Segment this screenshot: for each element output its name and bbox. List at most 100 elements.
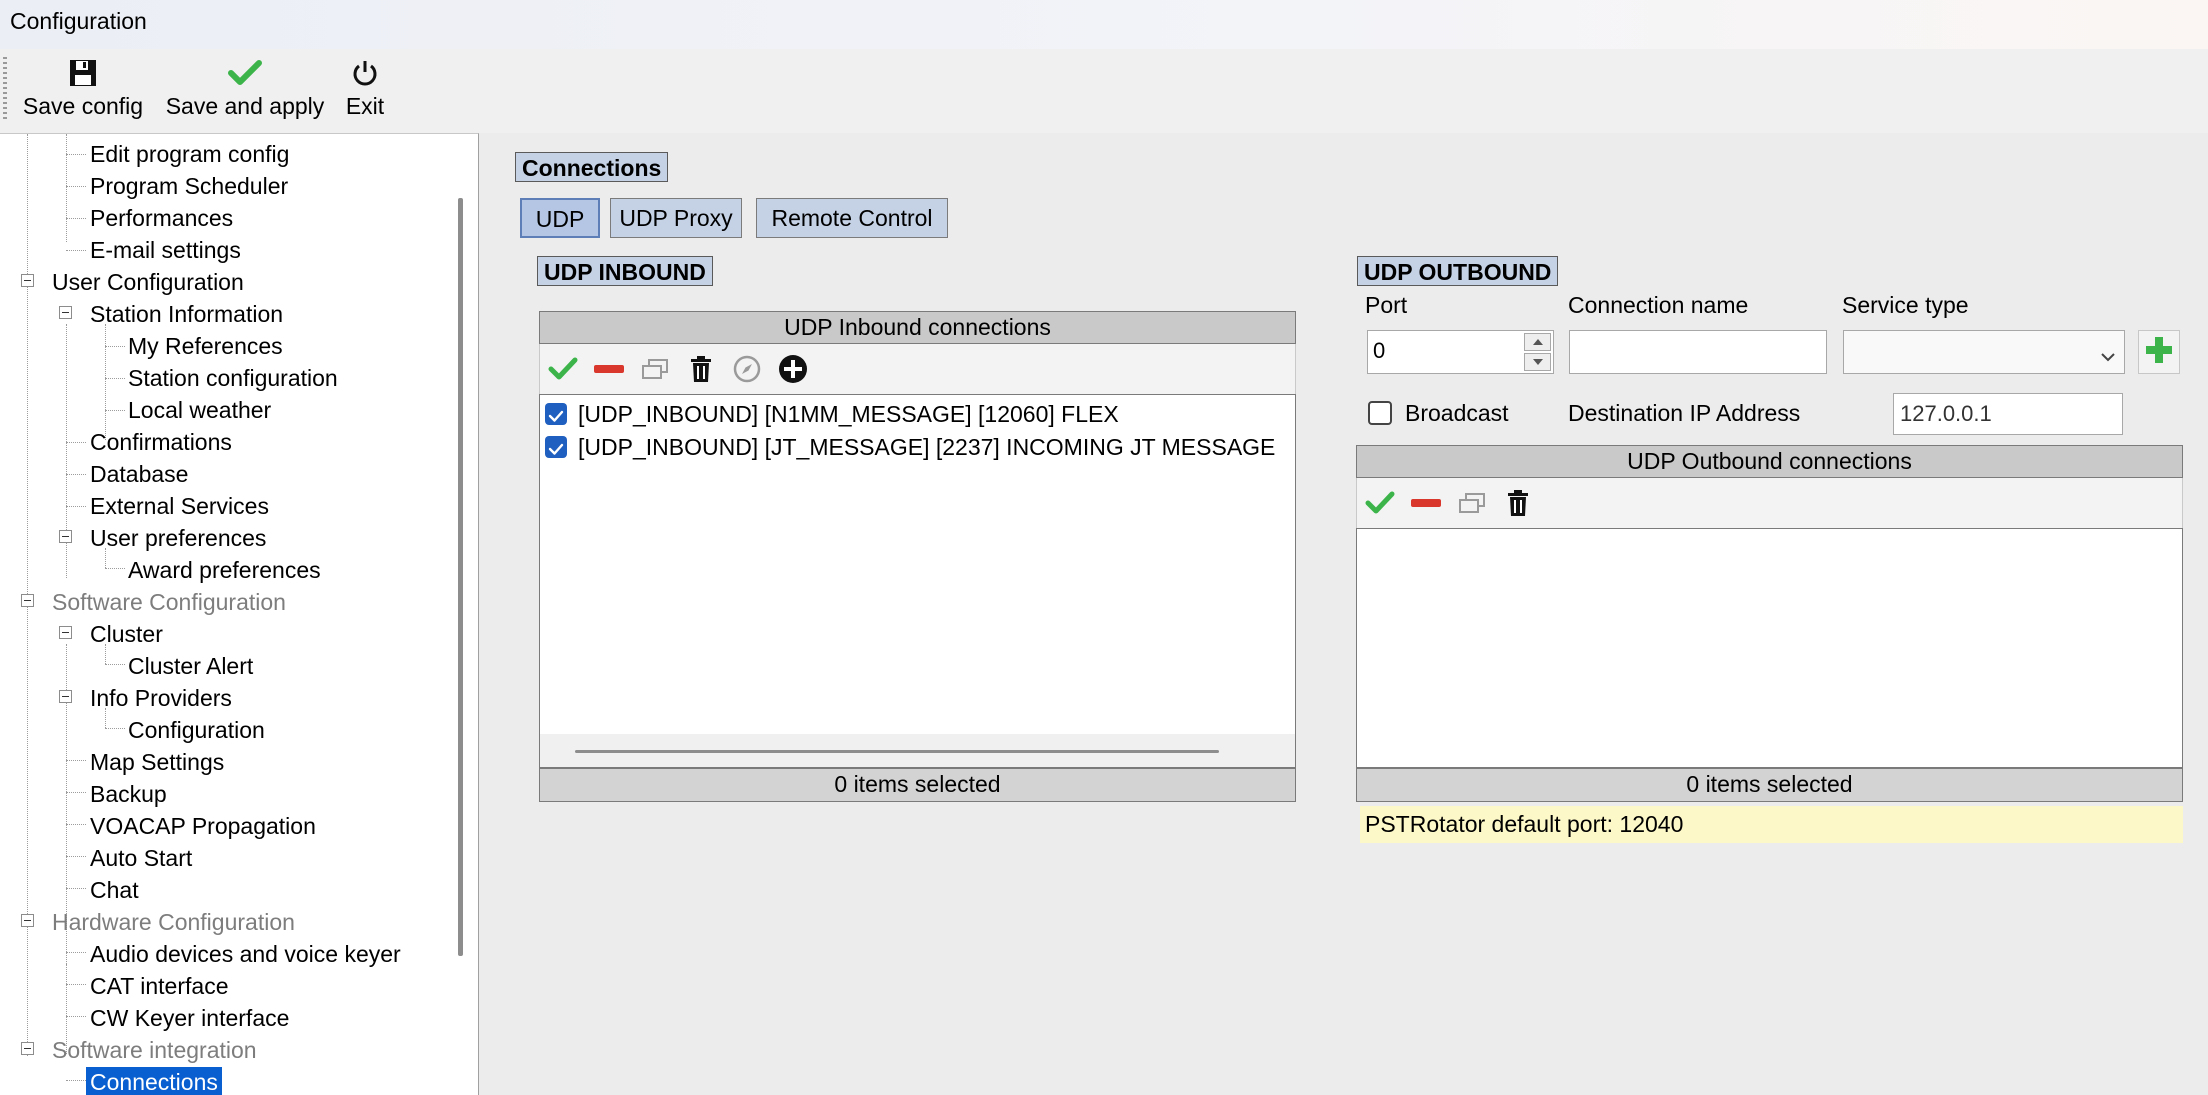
duplicate-icon[interactable] [1455, 486, 1489, 520]
connection-name-input[interactable] [1569, 330, 1827, 374]
tree-item-software-integration[interactable]: Software integration [52, 1035, 257, 1065]
tree-item-user-preferences[interactable]: User preferences [90, 523, 266, 553]
tree-item-audio-devices[interactable]: Audio devices and voice keyer [90, 939, 401, 969]
add-circle-icon[interactable] [776, 352, 810, 386]
compass-icon[interactable] [730, 352, 764, 386]
list-item[interactable]: [UDP_INBOUND] [N1MM_MESSAGE] [12060] FLE… [540, 398, 1295, 430]
scrollbar-thumb[interactable] [575, 750, 1219, 753]
tree-item-cluster-alert[interactable]: Cluster Alert [128, 651, 253, 681]
expander-software-configuration[interactable] [21, 594, 34, 607]
section-title: Connections [515, 152, 669, 182]
horizontal-scrollbar[interactable] [540, 734, 1295, 767]
inbound-connections-list[interactable]: [UDP_INBOUND] [N1MM_MESSAGE] [12060] FLE… [539, 394, 1296, 768]
tree-item-voacap-propagation[interactable]: VOACAP Propagation [90, 811, 316, 841]
red-minus-icon[interactable] [592, 352, 626, 386]
tree-item-database[interactable]: Database [90, 459, 188, 489]
floppy-disk-icon [20, 55, 146, 91]
exit-label: Exit [345, 93, 385, 119]
destination-ip-value: 127.0.0.1 [1900, 401, 1992, 426]
checkbox-checked[interactable] [545, 403, 567, 425]
tree-guide [66, 888, 86, 889]
tab-udp-proxy[interactable]: UDP Proxy [610, 198, 742, 238]
expander-cluster[interactable] [59, 626, 72, 639]
red-minus-icon[interactable] [1409, 486, 1443, 520]
tree-guide [66, 1080, 86, 1081]
inbound-status: 0 items selected [539, 768, 1296, 802]
inbound-list-header: UDP Inbound connections [539, 311, 1296, 344]
tree-item-cat-interface[interactable]: CAT interface [90, 971, 228, 1001]
expander-station-information[interactable] [59, 306, 72, 319]
connection-name-label: Connection name [1568, 292, 1749, 318]
add-service-button[interactable] [2138, 330, 2180, 374]
tree-item-local-weather[interactable]: Local weather [128, 395, 271, 425]
tree-guide [66, 824, 86, 825]
tree-item-performances[interactable]: Performances [90, 203, 233, 233]
tree-item-my-references[interactable]: My References [128, 331, 283, 361]
tab-udp[interactable]: UDP [520, 198, 600, 238]
tree-guide [66, 760, 86, 761]
tree-item-backup[interactable]: Backup [90, 779, 167, 809]
outbound-connections-list[interactable] [1356, 528, 2183, 768]
duplicate-icon[interactable] [638, 352, 672, 386]
tree-scrollbar[interactable] [458, 198, 463, 956]
broadcast-checkbox[interactable] [1368, 401, 1392, 425]
tree-item-hardware-configuration[interactable]: Hardware Configuration [52, 907, 295, 937]
tree-guide [66, 134, 67, 242]
tree-item-connections[interactable]: Connections [86, 1067, 222, 1095]
tree-item-auto-start[interactable]: Auto Start [90, 843, 192, 873]
checkbox-checked[interactable] [545, 436, 567, 458]
destination-ip-input[interactable]: 127.0.0.1 [1893, 393, 2123, 435]
tree-guide [66, 474, 86, 475]
toolbar-grip[interactable] [3, 57, 7, 121]
tree-guide [66, 1016, 86, 1017]
port-value: 0 [1373, 338, 1386, 363]
tree-item-program-scheduler[interactable]: Program Scheduler [90, 171, 288, 201]
expander-hardware-configuration[interactable] [21, 914, 34, 927]
tree-guide [66, 250, 86, 251]
trash-icon[interactable] [684, 352, 718, 386]
tree-guide [105, 664, 125, 665]
tree-item-award-preferences[interactable]: Award preferences [128, 555, 321, 585]
expander-user-preferences[interactable] [59, 530, 72, 543]
tree-item-cw-keyer-interface[interactable]: CW Keyer interface [90, 1003, 289, 1033]
tree-item-edit-program-config[interactable]: Edit program config [90, 139, 289, 169]
list-item-label: [UDP_INBOUND] [N1MM_MESSAGE] [12060] FLE… [578, 401, 1119, 427]
tree-item-user-configuration[interactable]: User Configuration [52, 267, 244, 297]
tree-guide [105, 568, 125, 569]
inbound-toolbar [539, 344, 1296, 394]
green-plus-icon [2144, 335, 2174, 370]
tree-item-map-settings[interactable]: Map Settings [90, 747, 224, 777]
expander-info-providers[interactable] [59, 690, 72, 703]
tab-remote-control[interactable]: Remote Control [756, 198, 948, 238]
spin-up-button[interactable] [1524, 333, 1551, 351]
expander-user-configuration[interactable] [21, 274, 34, 287]
save-and-apply-button[interactable]: Save and apply [164, 55, 326, 127]
green-check-icon[interactable] [1363, 486, 1397, 520]
port-hint: PSTRotator default port: 12040 [1360, 806, 2183, 843]
service-type-label: Service type [1842, 292, 1969, 318]
exit-button[interactable]: Exit [344, 55, 386, 127]
save-and-apply-label: Save and apply [165, 93, 325, 119]
udp-outbound-title: UDP OUTBOUND [1357, 256, 1559, 286]
trash-icon[interactable] [1501, 486, 1535, 520]
tree-item-confirmations[interactable]: Confirmations [90, 427, 232, 457]
tree-item-external-services[interactable]: External Services [90, 491, 269, 521]
tree-item-chat[interactable]: Chat [90, 875, 139, 905]
tree-item-software-configuration[interactable]: Software Configuration [52, 587, 286, 617]
list-item[interactable]: [UDP_INBOUND] [JT_MESSAGE] [2237] INCOMI… [540, 431, 1295, 463]
service-type-select[interactable] [1843, 330, 2125, 374]
tree-item-email-settings[interactable]: E-mail settings [90, 235, 241, 265]
port-spinbox[interactable]: 0 [1367, 330, 1554, 374]
expander-software-integration[interactable] [21, 1042, 34, 1055]
tree-item-configuration[interactable]: Configuration [128, 715, 265, 745]
green-check-icon[interactable] [546, 352, 580, 386]
spin-down-button[interactable] [1524, 353, 1551, 371]
tree-item-station-configuration[interactable]: Station configuration [128, 363, 338, 393]
power-icon [344, 55, 386, 91]
config-tree[interactable]: Edit program config Program Scheduler Pe… [0, 133, 479, 1095]
tree-item-station-information[interactable]: Station Information [90, 299, 283, 329]
tree-item-cluster[interactable]: Cluster [90, 619, 163, 649]
tree-guide [66, 442, 86, 443]
save-config-button[interactable]: Save config [20, 55, 146, 127]
tree-item-info-providers[interactable]: Info Providers [90, 683, 232, 713]
